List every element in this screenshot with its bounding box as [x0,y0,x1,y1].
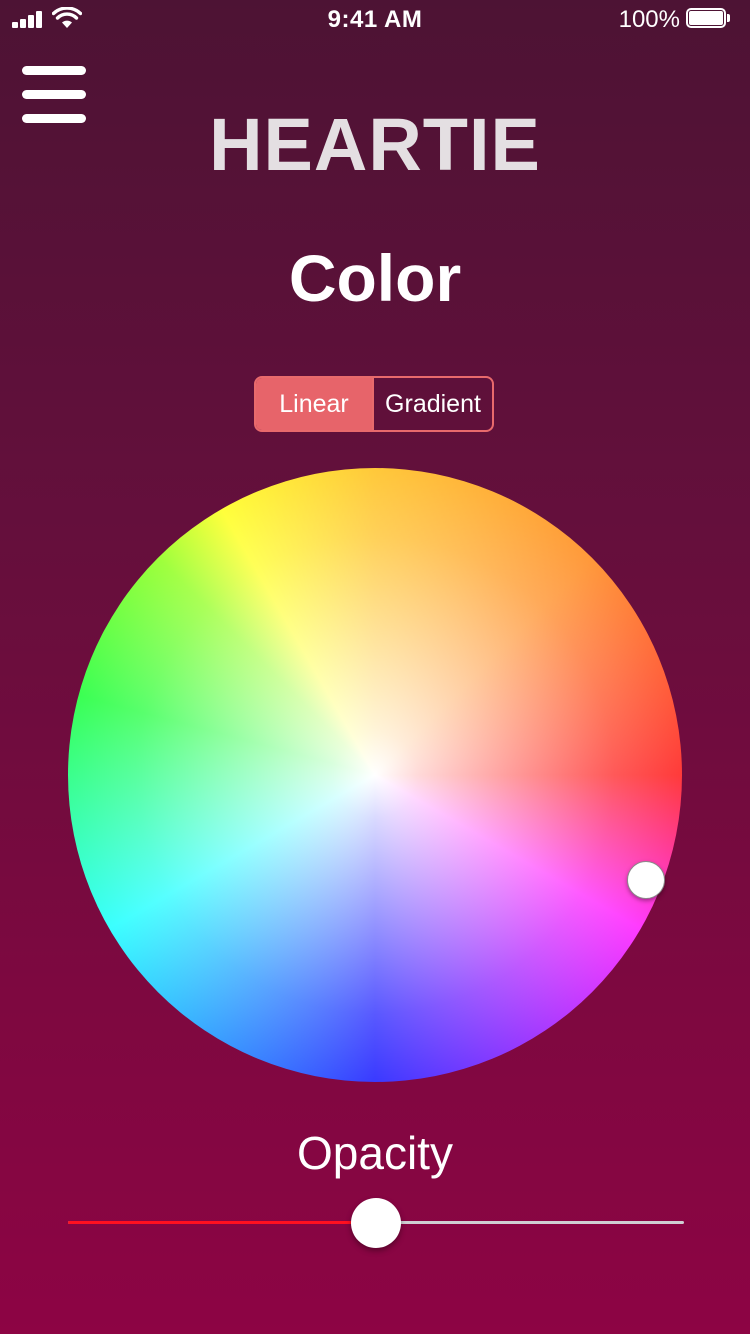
gradient-mode-button[interactable]: Gradient [374,378,492,430]
linear-mode-button[interactable]: Linear [256,378,374,430]
opacity-slider[interactable] [68,1196,684,1250]
status-bar: 9:41 AM 100% [0,0,750,40]
battery-percentage: 100% [618,6,680,33]
color-mode-toggle: Linear Gradient [254,376,494,432]
page-title: Color [288,241,462,315]
app-title: HEARTIE [209,103,541,186]
opacity-slider-thumb[interactable] [351,1198,401,1248]
opacity-label: Opacity [297,1127,453,1179]
color-wheel[interactable] [68,468,682,1082]
opacity-slider-fill [68,1221,376,1224]
battery-icon [686,8,732,30]
color-wheel-handle[interactable] [627,861,665,899]
